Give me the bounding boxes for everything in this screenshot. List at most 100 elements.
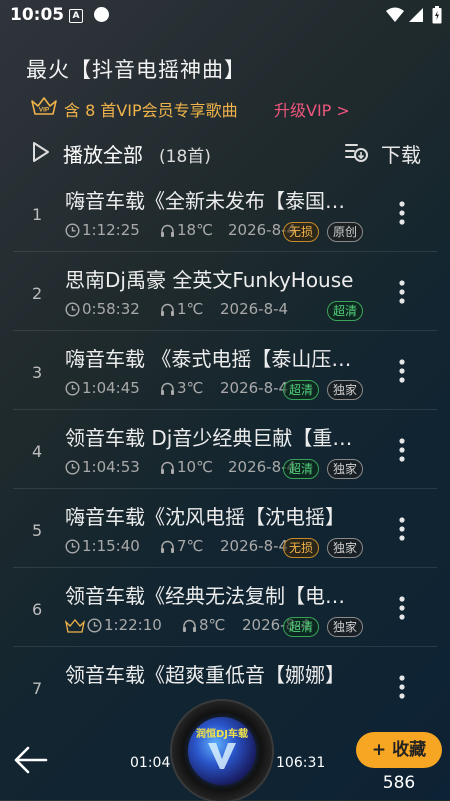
back-arrow-icon[interactable] xyxy=(12,745,50,775)
song-duration: 1:12:25 xyxy=(82,221,140,239)
song-title: 思南Dj禹豪 全英文FunkyHouse xyxy=(65,268,354,292)
song-duration: 0:58:32 xyxy=(82,300,140,318)
more-options-icon[interactable] xyxy=(398,358,406,384)
song-meta: 1:12:25 18℃ 2026-8-4 原创 无损 xyxy=(65,221,380,243)
download-button[interactable]: 下载 xyxy=(381,139,421,168)
vip-songs-text: 含 8 首VIP会员专享歌曲 xyxy=(64,101,238,120)
song-row[interactable]: 5 嗨音车载《沈风电摇【沈电摇】 1:15:40 7℃ 2026-8-4 独家 无损 xyxy=(0,489,450,568)
song-index: 6 xyxy=(32,600,43,619)
song-listeners: 3℃ xyxy=(177,379,204,397)
more-options-icon[interactable] xyxy=(398,437,406,463)
current-time: 01:04 xyxy=(130,755,171,771)
status-time: 10:05 xyxy=(10,5,65,25)
battery-icon xyxy=(432,6,442,24)
song-duration: 1:22:10 xyxy=(104,616,162,634)
more-options-icon[interactable] xyxy=(398,674,406,700)
vip-notice: VIP 含 8 首VIP会员专享歌曲 升级VIP > xyxy=(30,95,430,121)
headphones-icon xyxy=(161,303,174,316)
clock-icon xyxy=(65,223,80,238)
song-date: 2026-8-4 xyxy=(220,379,289,397)
more-options-icon[interactable] xyxy=(398,516,406,542)
song-duration: 1:04:45 xyxy=(82,379,140,397)
clock-icon xyxy=(65,460,80,475)
quality-tag: 超清 xyxy=(283,380,320,400)
headphones-icon xyxy=(161,461,174,474)
more-options-icon[interactable] xyxy=(398,279,406,305)
quality-tag: 独家 xyxy=(327,459,364,479)
quality-tag: 无损 xyxy=(283,538,320,558)
quality-tag: 无损 xyxy=(283,222,320,242)
song-meta: 0:58:32 1℃ 2026-8-4 超清 xyxy=(65,300,380,322)
clock-icon xyxy=(65,381,80,396)
play-all-button[interactable]: 播放全部 xyxy=(63,139,143,168)
album-logo-icon xyxy=(208,743,236,769)
song-date: 2026-8-4 xyxy=(220,537,289,555)
quality-tag: 独家 xyxy=(327,617,364,637)
song-listeners: 7℃ xyxy=(177,537,204,555)
more-options-icon[interactable] xyxy=(398,595,406,621)
clock-icon xyxy=(87,618,102,633)
collect-count: 586 xyxy=(382,773,416,793)
quality-tag: 超清 xyxy=(283,617,320,637)
song-row[interactable]: 1 嗨音车载《全新未发布【泰国电摇】 1:12:25 18℃ 2026-8-4 原创 无损 xyxy=(0,173,450,252)
play-all-icon[interactable] xyxy=(32,141,50,163)
song-row[interactable]: 6 领音车载《经典无法复制【电摇】 1:22:10 8℃ 2026-8-4 独家 超清 xyxy=(0,568,450,647)
clock-icon xyxy=(65,539,80,554)
upgrade-vip-link[interactable]: 升级VIP > xyxy=(274,97,350,121)
vip-crown-icon: VIP xyxy=(31,97,57,115)
song-meta: 1:15:40 7℃ 2026-8-4 独家 无损 xyxy=(65,537,380,559)
mini-player: 01:04 润恒DJ车载 106:31 + 收藏 586 xyxy=(0,701,450,801)
quality-tag: 超清 xyxy=(327,301,364,321)
clock-icon xyxy=(65,302,80,317)
song-title: 嗨音车载《全新未发布【泰国电摇】 xyxy=(65,189,359,213)
total-time: 106:31 xyxy=(276,755,326,771)
song-duration: 1:04:53 xyxy=(82,458,140,476)
list-toolbar: 播放全部 (18首) 下载 xyxy=(0,136,450,170)
song-listeners: 10℃ xyxy=(177,458,213,476)
song-row[interactable]: 4领音车载 Dj音少经典巨献【重低音】1:04:5310℃2026-8-4独家超… xyxy=(0,410,450,489)
song-title: 领音车载《经典无法复制【电摇】 xyxy=(65,584,359,608)
song-meta: 1:22:10 8℃ 2026-8-4 独家 超清 xyxy=(65,616,380,638)
more-options-icon[interactable] xyxy=(398,200,406,226)
wifi-icon xyxy=(386,7,404,22)
song-index: 2 xyxy=(32,284,43,303)
signal-icon xyxy=(409,8,423,22)
playlist-title: 最火【抖音电摇神曲】 xyxy=(26,58,246,82)
song-row[interactable]: 3 嗨音车载 《泰式电摇【泰山压顶】 1:04:45 3℃ 2026-8-4 独家 超清 xyxy=(0,331,450,410)
song-meta: 1:04:45 3℃ 2026-8-4 独家 超清 xyxy=(65,379,380,401)
song-index: 4 xyxy=(32,442,43,461)
album-disc[interactable]: 润恒DJ车载 xyxy=(172,701,272,801)
song-listeners: 18℃ xyxy=(177,221,213,239)
headphones-icon xyxy=(183,619,196,632)
quality-tag: 超清 xyxy=(283,459,320,479)
song-index: 3 xyxy=(32,363,43,382)
song-index: 5 xyxy=(32,521,43,540)
song-title: 嗨音车载 《泰式电摇【泰山压顶】 xyxy=(65,347,359,371)
song-title: 嗨音车载《沈风电摇【沈电摇】 xyxy=(65,505,345,529)
song-index: 1 xyxy=(32,205,43,224)
song-title: 领音车载《超爽重低音【娜娜】 xyxy=(65,663,345,687)
accessibility-a-icon: A xyxy=(69,9,83,23)
quality-tag: 独家 xyxy=(327,380,364,400)
song-title: 领音车载 Dj音少经典巨献【重低音】 xyxy=(65,426,359,450)
song-listeners: 1℃ xyxy=(177,300,204,318)
song-count: (18首) xyxy=(159,147,211,167)
song-listeners: 8℃ xyxy=(199,616,226,634)
download-icon[interactable] xyxy=(344,142,368,162)
headphones-icon xyxy=(161,224,174,237)
quality-tag: 独家 xyxy=(327,538,364,558)
song-date: 2026-8-4 xyxy=(220,300,289,318)
headphones-icon xyxy=(161,382,174,395)
headphones-icon xyxy=(161,540,174,553)
disc-label: 润恒DJ车载 xyxy=(195,729,249,740)
vip-crown-icon xyxy=(65,618,85,633)
song-meta: 1:04:53 10℃ 2026-8-4 独家 超清 xyxy=(65,458,380,480)
quality-tag: 原创 xyxy=(327,222,364,242)
notification-dot-icon xyxy=(94,7,109,22)
svg-text:VIP: VIP xyxy=(39,107,50,114)
song-duration: 1:15:40 xyxy=(82,537,140,555)
song-index: 7 xyxy=(32,679,43,698)
song-row[interactable]: 2 思南Dj禹豪 全英文FunkyHouse 0:58:32 1℃ 2026-8-4 超清 xyxy=(0,252,450,331)
collect-button[interactable]: + 收藏 xyxy=(356,732,442,768)
song-list: 1 嗨音车载《全新未发布【泰国电摇】 1:12:25 18℃ 2026-8-4 原创 无损 2… xyxy=(0,173,450,723)
